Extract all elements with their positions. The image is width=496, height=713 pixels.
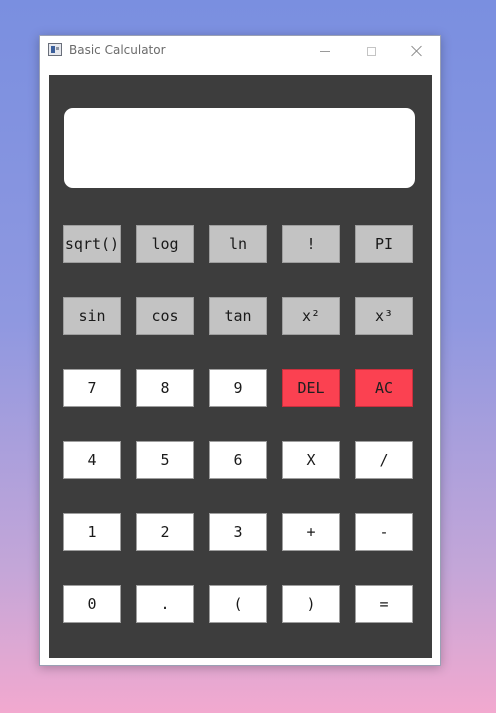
divide-button[interactable]: /: [355, 441, 413, 479]
digit-2-button[interactable]: 2: [136, 513, 194, 551]
digit-4-button[interactable]: 4: [63, 441, 121, 479]
cube-button[interactable]: x³: [355, 297, 413, 335]
digit-7-button[interactable]: 7: [63, 369, 121, 407]
close-paren-button[interactable]: ): [282, 585, 340, 623]
equals-button[interactable]: =: [355, 585, 413, 623]
calculator-window: Basic Calculator sqrt() log ln ! PI sin …: [39, 35, 441, 666]
add-button[interactable]: +: [282, 513, 340, 551]
decimal-point-button[interactable]: .: [136, 585, 194, 623]
open-paren-button[interactable]: (: [209, 585, 267, 623]
factorial-button[interactable]: !: [282, 225, 340, 263]
ln-button[interactable]: ln: [209, 225, 267, 263]
digit-5-button[interactable]: 5: [136, 441, 194, 479]
multiply-button[interactable]: X: [282, 441, 340, 479]
digit-9-button[interactable]: 9: [209, 369, 267, 407]
maximize-icon: [366, 46, 376, 56]
minimize-icon: [320, 50, 330, 52]
digit-1-button[interactable]: 1: [63, 513, 121, 551]
tan-button[interactable]: tan: [209, 297, 267, 335]
minimize-button[interactable]: [302, 36, 348, 66]
sqrt-button[interactable]: sqrt(): [63, 225, 121, 263]
cos-button[interactable]: cos: [136, 297, 194, 335]
pi-button[interactable]: PI: [355, 225, 413, 263]
subtract-button[interactable]: -: [355, 513, 413, 551]
digit-0-button[interactable]: 0: [63, 585, 121, 623]
digit-3-button[interactable]: 3: [209, 513, 267, 551]
digit-8-button[interactable]: 8: [136, 369, 194, 407]
delete-button[interactable]: DEL: [282, 369, 340, 407]
close-button[interactable]: [394, 36, 440, 66]
calculator-display: [64, 108, 415, 188]
log-button[interactable]: log: [136, 225, 194, 263]
maximize-button[interactable]: [348, 36, 394, 66]
close-icon: [411, 45, 423, 57]
digit-6-button[interactable]: 6: [209, 441, 267, 479]
all-clear-button[interactable]: AC: [355, 369, 413, 407]
title-bar[interactable]: Basic Calculator: [40, 36, 440, 66]
app-icon: [48, 43, 62, 56]
window-title: Basic Calculator: [69, 43, 166, 57]
calculator-panel: sqrt() log ln ! PI sin cos tan x² x³ 7 8…: [49, 75, 432, 658]
square-button[interactable]: x²: [282, 297, 340, 335]
sin-button[interactable]: sin: [63, 297, 121, 335]
